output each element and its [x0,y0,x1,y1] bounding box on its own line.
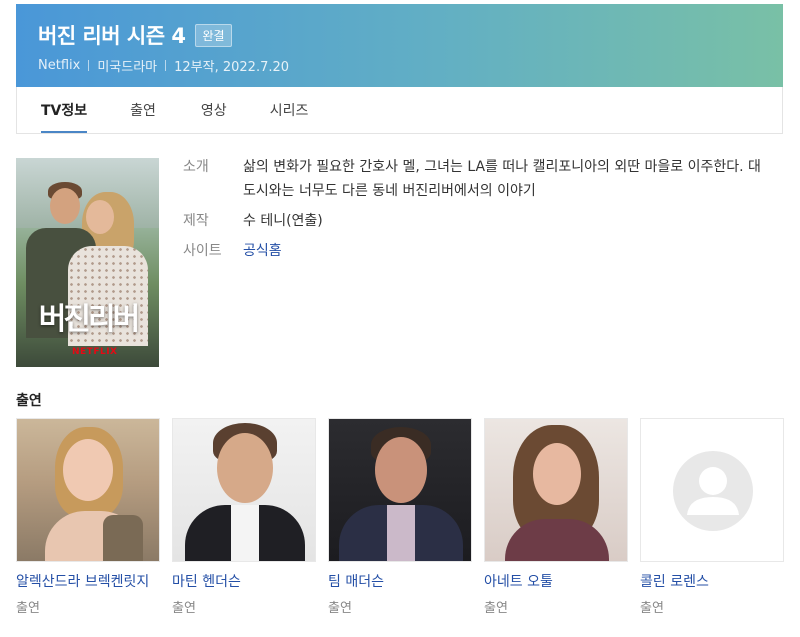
cast-card[interactable]: 알렉산드라 브렉켄릿지 출연 [16,418,160,616]
info-panel: 소개 삶의 변화가 필요한 간호사 멜, 그녀는 LA를 떠나 캘리포니아의 외… [183,155,763,269]
production-text: 수 테니(연출) [243,213,323,229]
actor-photo[interactable] [484,418,628,562]
official-site-link[interactable]: 공식홈 [243,239,763,263]
production-label: 제작 [183,213,209,229]
cast-name[interactable]: 콜린 로렌스 [640,571,784,591]
production-row: 제작 수 테니(연출) [183,209,763,233]
network-label: Netflix [38,58,81,73]
synopsis-text: 삶의 변화가 필요한 간호사 멜, 그녀는 LA를 떠나 캘리포니아의 외딴 마… [243,159,761,199]
cast-role: 출연 [484,601,508,616]
cast-name[interactable]: 아네트 오툴 [484,571,628,591]
poster-image[interactable]: 버진리버 NETFLIX [16,158,159,367]
synopsis-label: 소개 [183,159,209,175]
actor-photo[interactable] [328,418,472,562]
site-label: 사이트 [183,243,222,259]
title-header: 버진 리버 시즌 4 완결 Netflix 미국드라마 12부작, 2022.7… [16,4,783,87]
poster-title-text: 버진리버 [38,302,140,337]
meta-divider [88,60,90,71]
cast-section-title: 출연 [16,393,42,409]
cast-card[interactable]: 아네트 오툴 출연 [484,418,628,616]
status-badge: 완결 [195,23,232,47]
synopsis-row: 소개 삶의 변화가 필요한 간호사 멜, 그녀는 LA를 떠나 캘리포니아의 외… [183,155,763,203]
default-avatar-icon[interactable] [640,418,784,562]
cast-list: 알렉산드라 브렉켄릿지 출연 마틴 헨더슨 출연 팀 매더슨 출연 아네트 오툴 [16,418,796,616]
cast-role: 출연 [172,601,196,616]
tab-series[interactable]: 시리즈 [270,87,309,133]
cast-name[interactable]: 팀 매더슨 [328,571,472,591]
cast-name[interactable]: 마틴 헨더슨 [172,571,316,591]
cast-role: 출연 [640,601,664,616]
actor-photo[interactable] [172,418,316,562]
tab-video[interactable]: 영상 [201,87,227,133]
cast-role: 출연 [328,601,352,616]
cast-card[interactable]: 팀 매더슨 출연 [328,418,472,616]
tab-bar: TV정보 출연 영상 시리즈 [16,87,783,134]
cast-card[interactable]: 콜린 로렌스 출연 [640,418,784,616]
page-title: 버진 리버 시즌 4 [38,24,186,48]
site-row: 사이트 공식홈 [183,239,763,263]
episodes-date-label: 12부작, 2022.7.20 [174,60,290,75]
cast-card[interactable]: 마틴 헨더슨 출연 [172,418,316,616]
meta-divider [165,60,167,71]
title-meta: Netflix 미국드라마 12부작, 2022.7.20 [38,56,289,75]
genre-label: 미국드라마 [97,60,158,75]
cast-role: 출연 [16,601,40,616]
cast-name[interactable]: 알렉산드라 브렉켄릿지 [16,571,160,591]
actor-photo[interactable] [16,418,160,562]
tab-tv-info[interactable]: TV정보 [41,87,88,133]
tab-cast[interactable]: 출연 [130,87,156,133]
netflix-logo: NETFLIX [72,347,118,357]
